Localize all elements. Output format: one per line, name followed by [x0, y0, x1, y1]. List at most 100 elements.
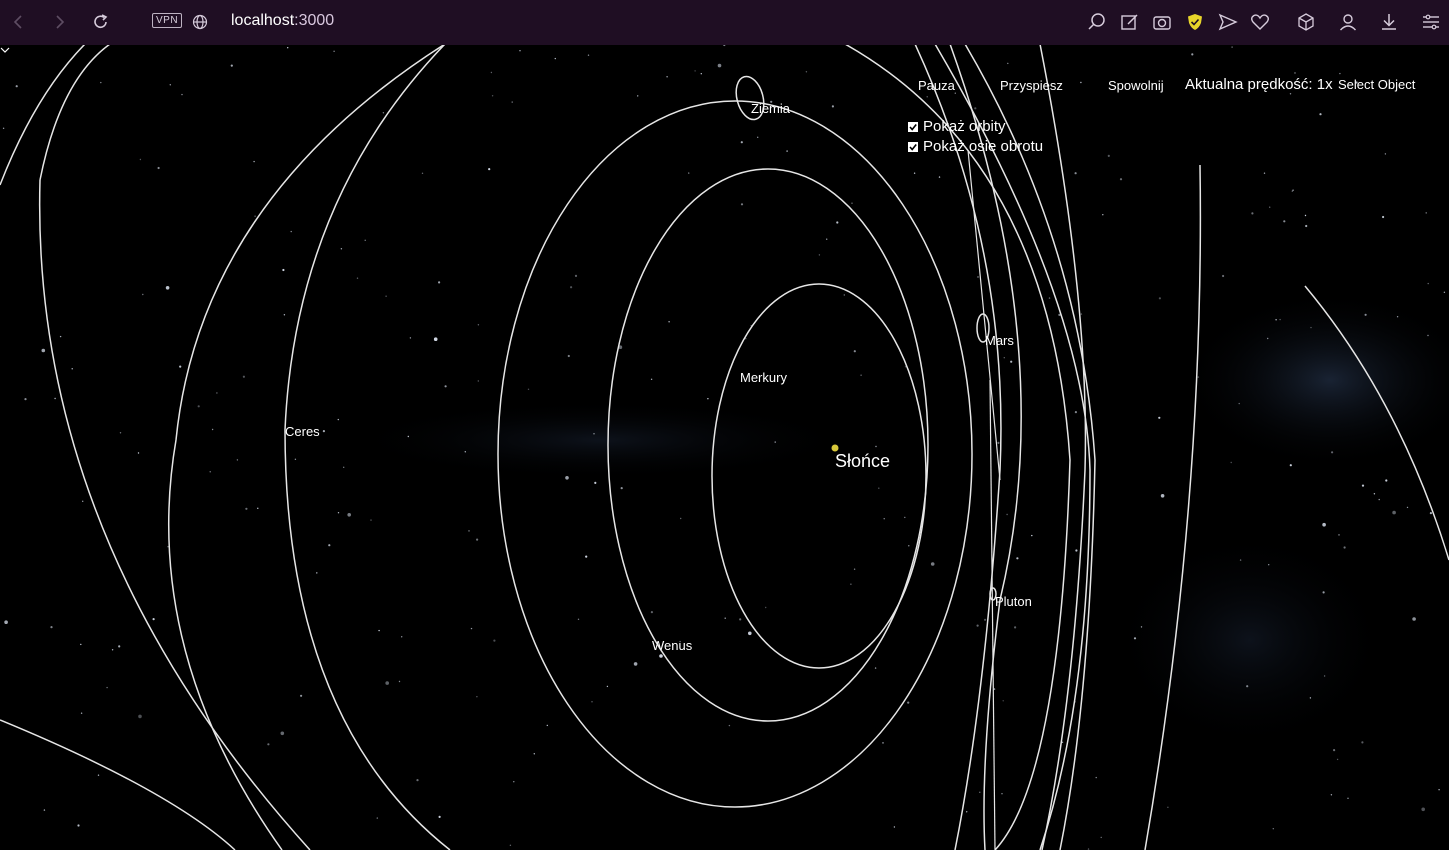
star: [907, 701, 910, 704]
star: [739, 618, 742, 621]
star: [1339, 72, 1341, 75]
star: [594, 481, 597, 484]
star: [606, 685, 609, 688]
edit-icon[interactable]: [1119, 11, 1141, 33]
orbit-outer-2: [0, 45, 86, 186]
star: [24, 398, 27, 401]
star: [904, 366, 907, 368]
planet-label-pluton[interactable]: Pluton: [995, 594, 1032, 609]
url-port: :3000: [294, 12, 335, 29]
star: [680, 517, 682, 520]
star: [893, 826, 896, 828]
star: [1133, 637, 1137, 640]
globe-icon[interactable]: [189, 11, 211, 33]
select-object-dropdown[interactable]: Select Object: [1338, 77, 1415, 92]
star: [287, 47, 289, 49]
slow-down-button[interactable]: Spowolnij: [1108, 78, 1164, 93]
star: [1319, 113, 1322, 116]
star: [1167, 806, 1169, 808]
star: [1330, 794, 1333, 796]
orbits-layer: [0, 45, 1449, 850]
show-orbits-checkbox[interactable]: Pokaż orbity: [908, 118, 1006, 135]
star: [2, 127, 5, 129]
cube-icon[interactable]: [1295, 11, 1317, 33]
star: [242, 375, 245, 378]
star: [527, 388, 530, 390]
star: [1002, 700, 1004, 702]
star: [1429, 511, 1432, 515]
star: [1080, 313, 1083, 315]
star: [585, 555, 588, 558]
star: [930, 562, 935, 566]
search-icon[interactable]: [1086, 11, 1108, 33]
star: [1246, 685, 1249, 688]
pause-button[interactable]: Pauza: [918, 78, 955, 93]
user-icon[interactable]: [1337, 11, 1359, 33]
checkbox-checked-icon[interactable]: [908, 141, 918, 152]
star: [650, 611, 654, 614]
star: [169, 84, 171, 86]
planet-label-wenus[interactable]: Wenus: [652, 638, 692, 653]
star: [1378, 498, 1380, 501]
menu-icon[interactable]: [1420, 11, 1442, 33]
star: [1333, 749, 1336, 752]
star: [666, 76, 668, 78]
star: [977, 276, 979, 278]
send-icon[interactable]: [1217, 11, 1239, 33]
star: [700, 73, 702, 75]
star: [1269, 206, 1271, 208]
star: [851, 202, 853, 204]
speed-up-button[interactable]: Przyspiesz: [1000, 78, 1063, 93]
star: [1382, 215, 1385, 219]
star: [904, 516, 906, 519]
star: [853, 568, 856, 570]
star: [106, 686, 108, 689]
star: [493, 639, 496, 642]
star: [1016, 557, 1019, 560]
star: [409, 337, 412, 339]
solar-system-canvas[interactable]: Ziemia Merkury Mars Ceres Pluton Wenus S…: [0, 45, 1449, 850]
heart-icon[interactable]: [1249, 11, 1271, 33]
planet-label-ceres[interactable]: Ceres: [285, 424, 320, 439]
star: [401, 636, 403, 638]
star: [476, 696, 478, 698]
star: [724, 617, 726, 619]
address-bar[interactable]: localhost:3000: [231, 12, 334, 30]
star: [433, 337, 438, 342]
star: [1292, 189, 1294, 191]
star: [883, 518, 885, 520]
star: [179, 365, 182, 368]
star: [1305, 224, 1308, 228]
star: [253, 160, 255, 163]
download-icon[interactable]: [1378, 11, 1400, 33]
star: [1074, 172, 1077, 175]
reload-icon[interactable]: [90, 11, 112, 33]
star: [181, 93, 183, 96]
show-axes-checkbox[interactable]: Pokaż osie obrotu: [908, 138, 1043, 155]
star: [728, 724, 731, 727]
star: [54, 397, 56, 400]
forward-icon[interactable]: [48, 11, 70, 33]
shield-icon[interactable]: [1184, 11, 1206, 33]
star: [1031, 534, 1033, 537]
current-speed-text: Aktualna prędkość: 1x: [1185, 76, 1333, 93]
orbit-outer-1: [38, 179, 311, 850]
camera-icon[interactable]: [1151, 11, 1173, 33]
chevron-down-icon[interactable]: [0, 45, 10, 55]
star: [337, 418, 339, 421]
star: [80, 643, 82, 646]
star: [765, 606, 767, 609]
star: [913, 172, 916, 174]
back-icon[interactable]: [8, 11, 30, 33]
planet-label-ziemia[interactable]: Ziemia: [751, 101, 790, 116]
show-axes-label: Pokaż osie obrotu: [923, 138, 1044, 155]
planet-label-merkury[interactable]: Merkury: [740, 370, 787, 385]
star: [364, 239, 366, 241]
planet-label-mars[interactable]: Mars: [985, 333, 1014, 348]
checkbox-checked-icon[interactable]: [908, 121, 918, 132]
star: [1338, 534, 1340, 536]
vpn-badge[interactable]: VPN: [152, 13, 183, 28]
sun-label[interactable]: Słońce: [835, 451, 890, 472]
star: [1275, 319, 1277, 321]
star: [748, 631, 752, 636]
